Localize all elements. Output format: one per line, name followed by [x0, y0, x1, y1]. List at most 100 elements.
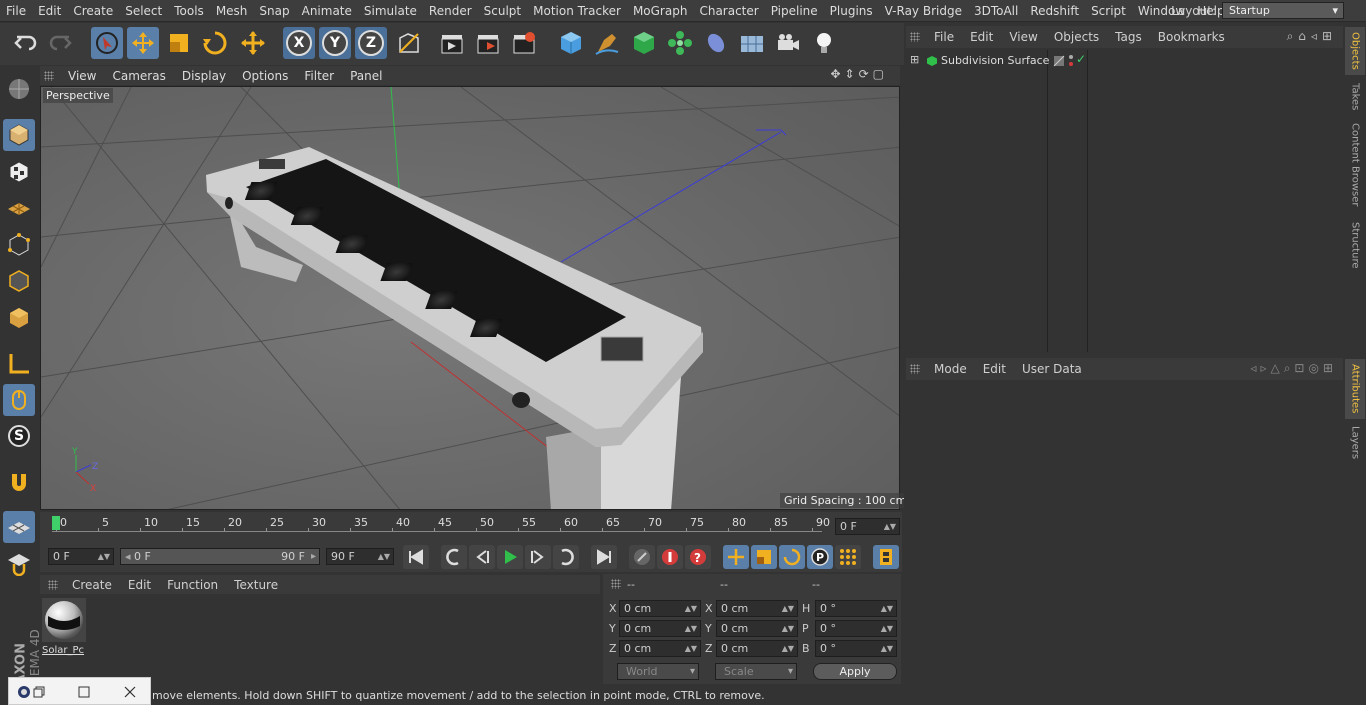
axis-mode-button[interactable]	[3, 348, 35, 380]
menu-sculpt[interactable]: Sculpt	[478, 4, 527, 18]
timeline-ticks[interactable]: 0 5 10 15 20 25 30 35 40 45 50 55 60 65 70 75 80 85 90	[52, 516, 830, 532]
edges-mode-button[interactable]	[3, 265, 35, 297]
workplane-mode-button[interactable]	[3, 192, 35, 224]
menu-edit[interactable]: Edit	[32, 4, 67, 18]
rotate-tool-button[interactable]	[199, 27, 231, 59]
attribute-manager-grip[interactable]	[910, 364, 920, 374]
add-subdivision-button[interactable]	[628, 27, 660, 59]
make-editable-button[interactable]	[3, 73, 35, 105]
attributes-menu-mode[interactable]: Mode	[926, 362, 975, 376]
tab-objects[interactable]: Objects	[1345, 27, 1365, 75]
previous-key-button[interactable]	[441, 545, 467, 569]
snap-settings-button[interactable]	[3, 547, 35, 579]
tab-attributes[interactable]: Attributes	[1345, 359, 1365, 419]
layout-select[interactable]: Startup	[1222, 2, 1344, 19]
menu-vray-bridge[interactable]: V-Ray Bridge	[879, 4, 968, 18]
size-mode-select[interactable]: Scale ▾	[715, 663, 797, 680]
menu-pipeline[interactable]: Pipeline	[765, 4, 824, 18]
material-grip[interactable]	[48, 579, 58, 590]
expand-toggle[interactable]: ⊞	[910, 53, 919, 66]
redo-button[interactable]	[44, 27, 76, 59]
polygons-mode-button[interactable]	[3, 302, 35, 334]
close-icon[interactable]	[123, 685, 137, 699]
menu-tools[interactable]: Tools	[168, 4, 210, 18]
menu-redshift[interactable]: Redshift	[1024, 4, 1085, 18]
solo-button[interactable]: S	[3, 420, 35, 452]
next-frame-button[interactable]	[525, 545, 551, 569]
material-menu-edit[interactable]: Edit	[120, 578, 159, 592]
objects-menu-view[interactable]: View	[1001, 30, 1045, 44]
timeline-ruler[interactable]: 0 5 10 15 20 25 30 35 40 45 50 55 60 65 70 75 80 85 90 0 F…	[40, 512, 902, 542]
object-manager-grip[interactable]	[910, 32, 920, 42]
visibility-dots-icon[interactable]	[1068, 54, 1074, 68]
tab-takes[interactable]: Takes	[1345, 79, 1365, 115]
y-axis-lock-button[interactable]: Y	[319, 27, 351, 59]
add-light-button[interactable]	[808, 27, 840, 59]
snap-button[interactable]	[3, 467, 35, 499]
record-position-button[interactable]	[629, 545, 655, 569]
objects-menu-tags[interactable]: Tags	[1107, 30, 1150, 44]
menu-animate[interactable]: Animate	[296, 4, 358, 18]
current-frame-field[interactable]: 0 F ▲▼	[835, 518, 900, 535]
material-item[interactable]: Solar_Pc	[42, 598, 86, 656]
model-mode-button[interactable]	[3, 119, 35, 151]
add-camera-button[interactable]	[772, 27, 804, 59]
live-selection-button[interactable]	[91, 27, 123, 59]
recent-tool-button[interactable]	[237, 27, 269, 59]
size-x-field[interactable]: 0 cm ▲▼	[716, 600, 798, 617]
perspective-viewport[interactable]: Y Z X	[40, 86, 900, 510]
attributes-menu-edit[interactable]: Edit	[975, 362, 1014, 376]
render-view-button[interactable]	[436, 27, 468, 59]
position-y-field[interactable]: 0 cm ▲▼	[619, 620, 701, 637]
key-scale-button[interactable]	[751, 545, 777, 569]
apply-button[interactable]: Apply	[813, 663, 897, 680]
key-parameter-button[interactable]: P	[807, 545, 833, 569]
menu-script[interactable]: Script	[1085, 4, 1132, 18]
viewport-menu-display[interactable]: Display	[174, 69, 234, 83]
end-frame-field[interactable]: 90 F ▲▼	[326, 548, 394, 565]
tab-structure[interactable]: Structure	[1345, 217, 1365, 273]
menu-simulate[interactable]: Simulate	[358, 4, 423, 18]
add-cloner-button[interactable]	[664, 27, 696, 59]
coordinate-grip[interactable]	[611, 579, 621, 589]
position-z-field[interactable]: 0 cm ▲▼	[619, 640, 701, 657]
play-button[interactable]	[497, 545, 523, 569]
menu-create[interactable]: Create	[67, 4, 119, 18]
start-frame-field[interactable]: 0 F ▲▼	[48, 548, 114, 565]
menu-select[interactable]: Select	[119, 4, 168, 18]
layer-icon[interactable]	[1053, 55, 1065, 67]
menu-plugins[interactable]: Plugins	[824, 4, 879, 18]
rotation-h-field[interactable]: 0 ° ▲▼	[815, 600, 897, 617]
texture-mode-button[interactable]	[3, 156, 35, 188]
coordinate-space-select[interactable]: World ▾	[617, 663, 699, 680]
menu-mograph[interactable]: MoGraph	[627, 4, 694, 18]
key-pla-button[interactable]	[835, 545, 861, 569]
render-settings-button[interactable]	[508, 27, 540, 59]
attributes-menu-user-data[interactable]: User Data	[1014, 362, 1090, 376]
x-axis-lock-button[interactable]: X	[283, 27, 315, 59]
objects-menu-file[interactable]: File	[926, 30, 962, 44]
rotation-p-field[interactable]: 0 ° ▲▼	[815, 620, 897, 637]
undo-button[interactable]	[10, 27, 42, 59]
objects-menu-bookmarks[interactable]: Bookmarks	[1150, 30, 1233, 44]
menu-file[interactable]: File	[0, 4, 32, 18]
go-to-start-button[interactable]	[403, 545, 429, 569]
attribute-manager-nav-icons[interactable]: ◃▹△⌕⊡◎⊞	[1250, 361, 1337, 376]
viewport-menu-panel[interactable]: Panel	[342, 69, 390, 83]
tweak-mode-button[interactable]	[3, 384, 35, 416]
enabled-check-icon[interactable]: ✓	[1076, 52, 1086, 66]
tab-content-browser[interactable]: Content Browser	[1345, 119, 1365, 211]
viewport-menu-cameras[interactable]: Cameras	[104, 69, 173, 83]
viewport-menu-view[interactable]: View	[60, 69, 104, 83]
coordinate-system-button[interactable]	[393, 27, 425, 59]
add-pen-button[interactable]	[591, 27, 623, 59]
menu-motion-tracker[interactable]: Motion Tracker	[527, 4, 627, 18]
render-picture-viewer-button[interactable]	[472, 27, 504, 59]
menu-render[interactable]: Render	[423, 4, 478, 18]
object-row[interactable]: ⊞ Subdivision Surface ✓	[908, 52, 1343, 70]
material-menu-texture[interactable]: Texture	[226, 578, 286, 592]
move-tool-button[interactable]	[127, 27, 159, 59]
add-cube-button[interactable]	[555, 27, 587, 59]
previous-frame-button[interactable]	[469, 545, 495, 569]
viewport-grip[interactable]	[44, 70, 54, 81]
